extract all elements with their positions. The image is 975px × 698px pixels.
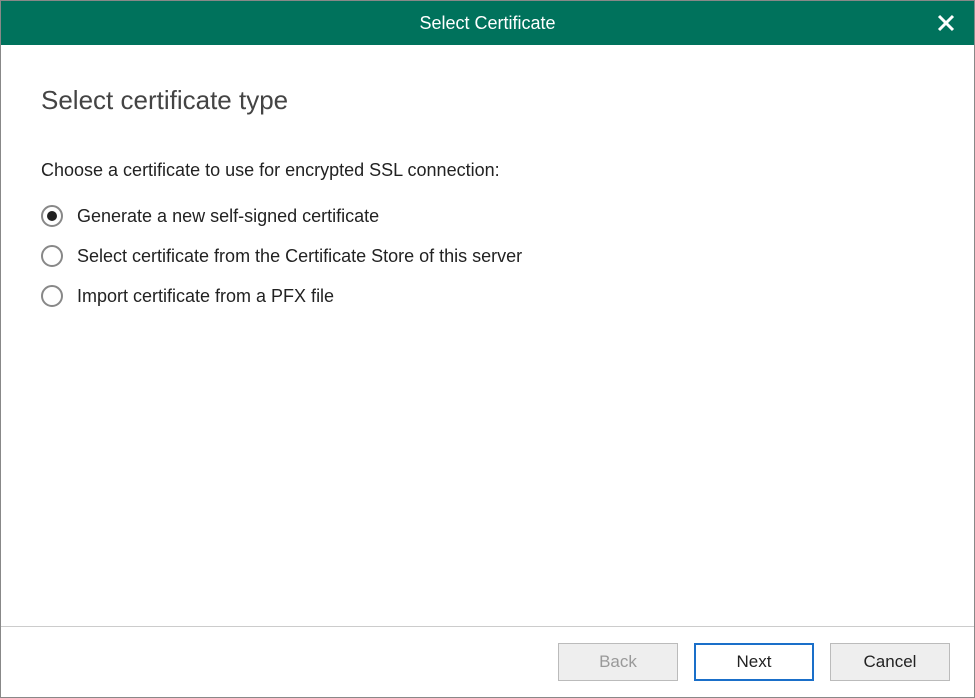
option-label: Select certificate from the Certificate … bbox=[77, 246, 522, 267]
option-label: Generate a new self-signed certificate bbox=[77, 206, 379, 227]
radio-icon bbox=[41, 245, 63, 267]
option-select-from-store[interactable]: Select certificate from the Certificate … bbox=[41, 245, 934, 267]
option-label: Import certificate from a PFX file bbox=[77, 286, 334, 307]
dialog-content: Select certificate type Choose a certifi… bbox=[1, 45, 974, 626]
certificate-options: Generate a new self-signed certificate S… bbox=[41, 205, 934, 307]
dialog-footer: Back Next Cancel bbox=[1, 626, 974, 697]
option-import-pfx[interactable]: Import certificate from a PFX file bbox=[41, 285, 934, 307]
radio-icon bbox=[41, 205, 63, 227]
instruction-text: Choose a certificate to use for encrypte… bbox=[41, 160, 934, 181]
option-generate-self-signed[interactable]: Generate a new self-signed certificate bbox=[41, 205, 934, 227]
cancel-button[interactable]: Cancel bbox=[830, 643, 950, 681]
next-button[interactable]: Next bbox=[694, 643, 814, 681]
back-button[interactable]: Back bbox=[558, 643, 678, 681]
titlebar: Select Certificate bbox=[1, 1, 974, 45]
dialog-title: Select Certificate bbox=[419, 13, 555, 34]
radio-icon bbox=[41, 285, 63, 307]
close-icon bbox=[937, 14, 955, 32]
page-heading: Select certificate type bbox=[41, 85, 934, 116]
close-button[interactable] bbox=[934, 11, 958, 35]
